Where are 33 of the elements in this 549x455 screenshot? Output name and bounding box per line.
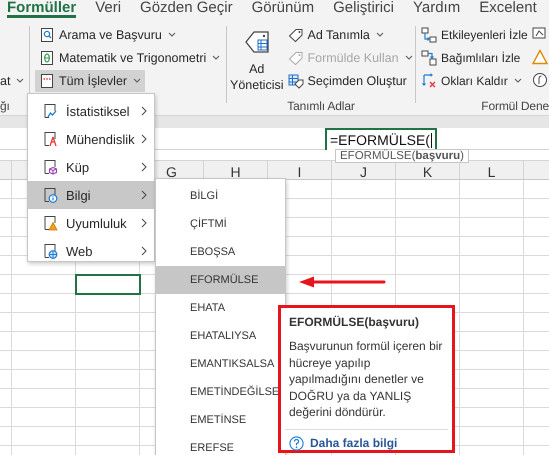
ribbon-button[interactable]: Ad Tanımla	[284, 24, 388, 46]
menu-item[interactable]: Bilgi	[28, 181, 154, 209]
group-label: Tanımlı Adlar	[286, 98, 356, 115]
more-info-link[interactable]: Daha fazla bilgi	[310, 436, 398, 450]
ribbon-button[interactable]: Arama ve Başvuru	[35, 24, 180, 46]
tooltip-description: Başvurunun formül içeren bir hücreye yapılıp yapılmadığını denetler ve DOĞRU ya da YANLIŞ değerini döndürür.	[289, 338, 444, 420]
ribbon-button[interactable]: Seçimden Oluştur	[284, 70, 411, 92]
ribbon-tab[interactable]: Görünüm	[252, 0, 314, 15]
function-hint-tooltip: EFORMÜLSE(başvuru)	[335, 149, 469, 163]
formula-input[interactable]: =EFORMÜLSE(	[325, 128, 437, 150]
ribbon-button[interactable]: Tüm İşlevler	[35, 70, 146, 92]
ribbon-tab[interactable]: Gözden Geçir	[140, 0, 233, 15]
ribbon-tab[interactable]: Excelent	[479, 0, 537, 15]
menu-item[interactable]: Web	[28, 237, 154, 265]
tooltip-title: EFORMÜLSE(başvuru)	[289, 315, 420, 329]
function-item[interactable]: EFORMÜLSE	[156, 266, 285, 294]
ribbon-button[interactable]: at	[0, 70, 26, 92]
ribbon-button[interactable]: Matematik ve Trigonometri	[35, 46, 224, 68]
group-label: ğı	[0, 98, 11, 115]
name-manager-button[interactable]: Ad Yöneticisi	[230, 23, 284, 95]
ribbon-tab[interactable]: Geliştirici	[333, 0, 394, 15]
function-item[interactable]: EBOŞSA	[156, 238, 285, 266]
ribbon-button[interactable]: Bağımlıları İzle	[419, 46, 522, 68]
ribbon-button[interactable]: Okları Kaldır	[419, 70, 524, 92]
menu-item[interactable]: Mühendislik	[28, 125, 154, 153]
group-label: Formül Dene	[480, 98, 549, 115]
ribbon-tab[interactable]: Veri	[95, 0, 122, 15]
function-item[interactable]: BİLGİ	[156, 182, 285, 210]
ribbon-tab[interactable]: Yardım	[412, 0, 460, 15]
menu-item[interactable]: Uyumluluk	[28, 209, 154, 237]
function-item[interactable]: ÇİFTMİ	[156, 210, 285, 238]
menu-item[interactable]: İstatistiksel	[28, 97, 154, 125]
ribbon-button[interactable]: Etkileyenleri İzle	[419, 24, 530, 46]
